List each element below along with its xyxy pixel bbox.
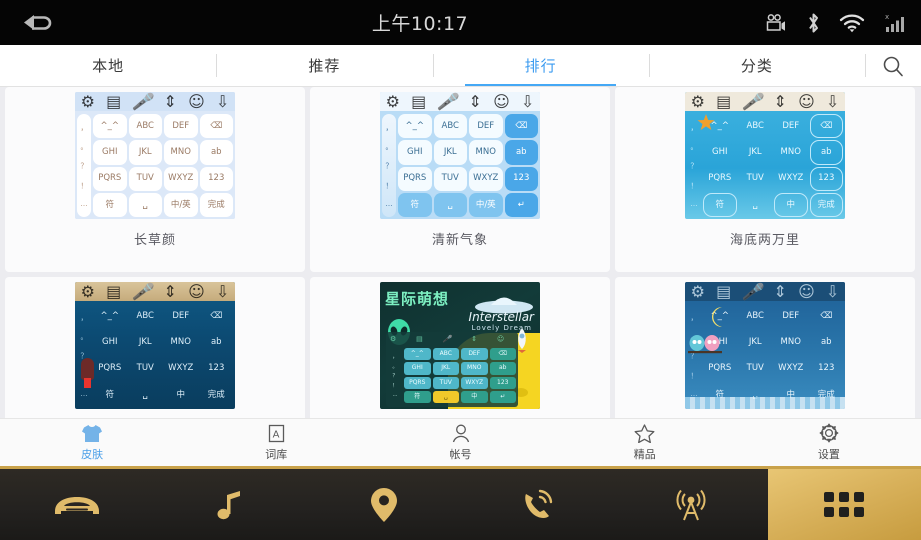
svg-text:A: A [272, 429, 279, 440]
status-time: 上午10:17 [371, 13, 469, 35]
nav-label: 精品 [633, 448, 656, 461]
skin-thumbnail: ⚙▤🎤 ⇕☺⇩ ，。？！… ^_^ ABC DEF ⌫ GHI [685, 282, 845, 409]
skin-name: 海底两万里 [729, 233, 800, 248]
radio-tower-icon [676, 489, 706, 520]
nav-item-dictionary[interactable]: A 词库 [184, 419, 368, 466]
skin-card[interactable]: ⚙▤🎤⇕☺⇩ ，。？！… ^_^ ABC DEF ⌫ GHI JKL [615, 87, 915, 272]
system-dock [0, 466, 921, 540]
back-arrow-icon [24, 14, 52, 30]
skin-name: 长草颜 [133, 233, 176, 248]
status-bar: 上午10:17 x [0, 0, 921, 45]
location-pin-icon [370, 487, 397, 522]
bluetooth-icon [806, 12, 821, 34]
owls-icon [688, 335, 722, 354]
nav-item-settings[interactable]: 设置 [737, 419, 921, 466]
dock-item-car[interactable] [0, 469, 154, 540]
star-icon [634, 423, 655, 443]
nav-label: 皮肤 [81, 448, 104, 461]
tab-recommend[interactable]: 推荐 [216, 45, 432, 86]
signal-icon: x [883, 13, 905, 33]
video-camera-icon [764, 13, 788, 32]
dock-item-apps[interactable] [767, 469, 921, 540]
skin-title-cn-text: 星际萌想 [385, 290, 450, 308]
skin-card[interactable]: 星际萌想 Interstellar Lovely Dream ⚙ ▤ 🎤 ⇕ ☺ ⇩ [310, 277, 610, 418]
dock-item-music[interactable] [154, 469, 308, 540]
search-icon [883, 56, 903, 76]
dictionary-icon: A [267, 423, 286, 443]
skin-card[interactable]: ⚙▤🎤⇕☺⇩ ，。？！… ^_^ ABC DEF ⌫ GHI JKL [5, 87, 305, 272]
phone-icon [525, 489, 553, 518]
car-icon [54, 496, 99, 514]
skin-name: 清新气象 [431, 233, 488, 248]
skin-thumbnail: ⚙▤🎤⇕☺⇩ ，。？！… ^_^ ABC DEF ⌫ GHI JKL [685, 92, 845, 219]
skin-thumbnail: ⚙▤🎤⇕☺⇩ ，。？！… ^_^ ABC DEF ⌫ GHI JKL [75, 92, 235, 219]
skin-grid-container[interactable]: ⚙▤🎤⇕☺⇩ ，。？！… ^_^ ABC DEF ⌫ GHI JKL [0, 87, 921, 418]
decoration-tassel [84, 378, 91, 388]
music-note-icon [217, 490, 241, 519]
tab-bar: 本地 推荐 排行 分类 [0, 45, 921, 87]
skin-thumbnail: ⚙▤🎤⇕☺⇩ ，。？！… ^_^ ABC DEF ⌫ GHI JKL [75, 282, 235, 409]
starfish-icon [697, 114, 715, 130]
search-button[interactable] [865, 45, 921, 86]
skin-title-en: Interstellar [468, 310, 534, 324]
skin-card[interactable]: ⚙▤🎤⇕☺⇩ ，。？！… ^_^ ABC DEF ⌫ GHI JKL [5, 277, 305, 418]
person-icon [451, 423, 471, 443]
nav-item-account[interactable]: 帐号 [368, 419, 552, 466]
decoration-lace-border [685, 397, 845, 409]
dock-item-navigation[interactable] [307, 469, 461, 540]
wifi-icon [839, 13, 865, 33]
apps-grid-icon [824, 491, 865, 517]
moon-icon [712, 307, 722, 327]
bottom-nav: 皮肤 A 词库 帐号 精品 设置 [0, 418, 921, 466]
tab-ranking[interactable]: 排行 [432, 45, 649, 86]
skin-grid: ⚙▤🎤⇕☺⇩ ，。？！… ^_^ ABC DEF ⌫ GHI JKL [0, 87, 921, 418]
skin-card[interactable]: ⚙▤🎤⇕☺⇩ ，。？！… ^_^ ABC DEF ⌫ GHI JKL [310, 87, 610, 272]
skin-card[interactable]: ⚙▤🎤 ⇕☺⇩ ，。？！… ^_^ ABC DEF ⌫ GHI [615, 277, 915, 418]
tab-local[interactable]: 本地 [0, 45, 216, 86]
skin-thumbnail: ⚙▤🎤⇕☺⇩ ，。？！… ^_^ ABC DEF ⌫ GHI JKL [380, 92, 540, 219]
back-button[interactable] [0, 0, 76, 45]
tab-label: 推荐 [308, 57, 341, 75]
dock-item-phone[interactable] [461, 469, 615, 540]
nav-label: 帐号 [449, 448, 472, 461]
tab-label: 分类 [740, 57, 773, 75]
gear-icon [819, 423, 839, 443]
nav-item-skin[interactable]: 皮肤 [0, 419, 184, 466]
tab-label: 排行 [524, 57, 557, 75]
tab-category[interactable]: 分类 [648, 45, 865, 86]
dock-item-radio[interactable] [614, 469, 768, 540]
tab-label: 本地 [92, 57, 125, 75]
nav-label: 词库 [265, 448, 288, 461]
nav-item-featured[interactable]: 精品 [553, 419, 737, 466]
svg-text:x: x [885, 13, 889, 21]
skin-subtitle-en: Lovely Dream [471, 324, 532, 332]
tshirt-icon [81, 423, 103, 443]
skin-thumbnail: 星际萌想 Interstellar Lovely Dream ⚙ ▤ 🎤 ⇕ ☺ ⇩ [380, 282, 540, 409]
status-icons: x [764, 12, 921, 34]
decoration-lantern [81, 358, 94, 380]
nav-label: 设置 [817, 448, 840, 461]
skin-title-cn: 星际萌想 [385, 288, 449, 309]
